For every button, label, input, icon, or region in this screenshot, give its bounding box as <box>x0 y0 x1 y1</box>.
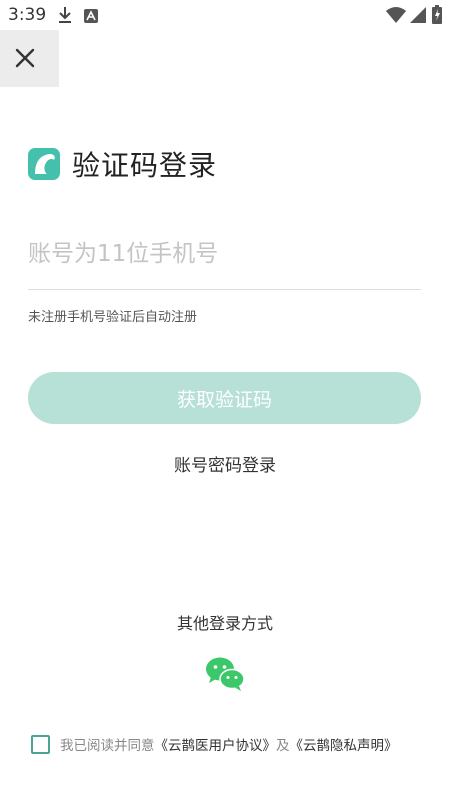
battery-charging-icon <box>432 5 442 28</box>
user-agreement-link[interactable]: 《云鹊医用户协议》 <box>155 738 277 754</box>
wifi-icon <box>386 7 406 27</box>
status-time: 3:39 <box>8 5 47 25</box>
other-login-label: 其他登录方式 <box>176 614 273 633</box>
yunque-logo-icon <box>28 148 60 180</box>
agreement-prefix: 我已阅读并同意 <box>60 738 155 754</box>
input-underline <box>28 289 421 290</box>
signal-icon <box>410 7 426 27</box>
agreement-text: 我已阅读并同意《云鹊医用户协议》及《云鹊隐私声明》 <box>60 734 398 754</box>
download-icon <box>58 6 72 28</box>
close-button[interactable] <box>0 30 59 87</box>
password-login-link[interactable]: 账号密码登录 <box>0 451 450 476</box>
agreement-checkbox[interactable] <box>31 735 50 754</box>
agreement-row: 我已阅读并同意《云鹊医用户协议》及《云鹊隐私声明》 <box>31 733 431 755</box>
get-verification-code-button[interactable]: 获取验证码 <box>28 372 421 424</box>
wechat-icon <box>206 657 245 691</box>
phone-number-input[interactable] <box>28 234 421 274</box>
close-icon <box>15 48 35 68</box>
wechat-login-button[interactable] <box>205 656 245 692</box>
privacy-statement-link[interactable]: 《云鹊隐私声明》 <box>290 738 398 754</box>
agreement-connector: 及 <box>276 738 290 754</box>
a-notification-icon <box>84 8 98 27</box>
page-title: 验证码登录 <box>72 149 218 182</box>
auto-register-hint: 未注册手机号验证后自动注册 <box>28 310 198 325</box>
status-bar: 3:39 <box>0 0 450 30</box>
